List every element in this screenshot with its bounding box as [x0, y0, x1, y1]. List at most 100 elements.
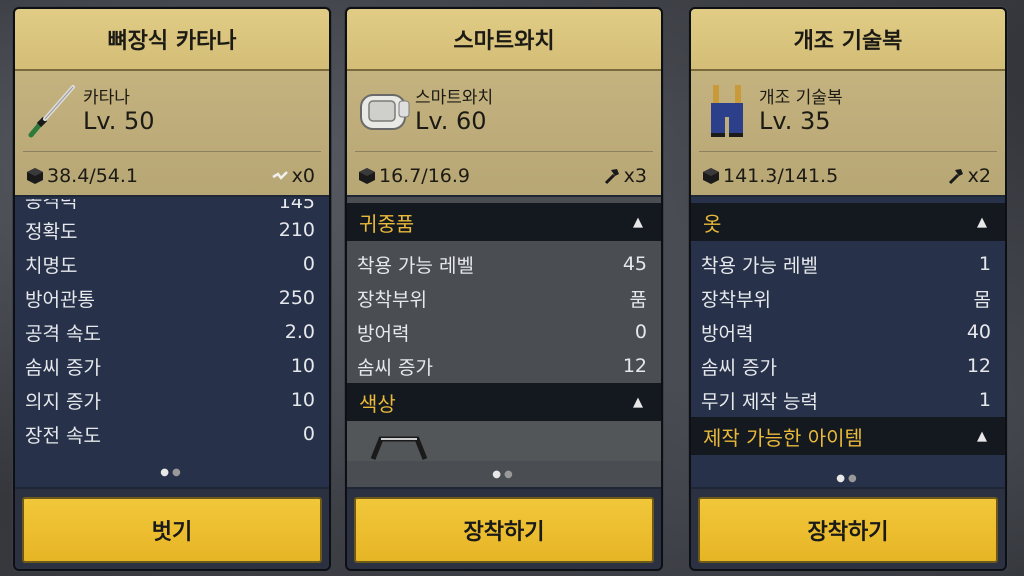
stat-row: 방어관통 250: [15, 281, 329, 315]
triangle-up-icon: ▲: [977, 428, 987, 444]
stat-row: 공격력 145: [15, 199, 329, 213]
stat-value: 12: [966, 355, 991, 377]
stat-label: 착용 가능 레벨: [357, 254, 474, 277]
stat-label: 방어력: [701, 322, 754, 345]
stat-row: 정확도 210: [15, 213, 329, 247]
item-info: 개조 기술복 Lv. 35 141.3/141.5 x2: [691, 71, 1005, 195]
item-title: 뼈장식 카타나: [15, 9, 329, 71]
hammer-icon: [604, 169, 619, 185]
stat-value: 10: [290, 355, 315, 377]
stats-list[interactable]: 옷 ▲ 착용 가능 레벨 1 장착부위 몸 방어력 40 솜씨 증가 12 무기…: [691, 197, 1005, 487]
stat-row: 무기 제작 능력 1: [691, 383, 1005, 417]
smartwatch-icon: [360, 94, 410, 130]
item-level: Lv. 50: [83, 107, 155, 135]
stat-row: 방어력 0: [347, 315, 661, 349]
stat-label: 공격 속도: [25, 322, 101, 345]
item-title: 개조 기술복: [691, 9, 1005, 71]
item-category: 카타나: [83, 88, 130, 108]
stat-value: 10: [290, 389, 315, 411]
section-title: 옷: [703, 211, 722, 236]
repair-count: x2: [946, 165, 991, 187]
stat-label: 무기 제작 능력: [701, 390, 818, 413]
cube-icon: [703, 168, 719, 184]
durability-value: 16.7/16.9: [379, 165, 471, 187]
stat-value: 1: [978, 389, 991, 411]
durability-value: 141.3/141.5: [723, 165, 839, 187]
stats-list[interactable]: 귀중품 ▲ 착용 가능 레벨 45 장착부위 품 방어력 0 솜씨 증가 12 …: [347, 197, 661, 487]
stat-row: 솜씨 증가 10: [15, 349, 329, 383]
stat-row: 장착부위 품: [347, 281, 661, 315]
repair-value: x3: [623, 165, 647, 187]
stat-row: 착용 가능 레벨 1: [691, 247, 1005, 281]
stat-label: 착용 가능 레벨: [701, 254, 818, 277]
button-area: 장착하기: [347, 489, 661, 569]
stat-value: 210: [278, 219, 315, 241]
item-title: 스마트와치: [347, 9, 661, 71]
repair-count: x0: [270, 165, 315, 187]
color-swatch-area: [347, 421, 661, 461]
cube-icon: [27, 168, 43, 184]
stat-row: 공격 속도 2.0: [15, 315, 329, 349]
broken-hammer-icon: [272, 171, 288, 180]
section-title: 귀중품: [359, 211, 415, 236]
stat-label: 장착부위: [701, 288, 771, 311]
stat-row: 장착부위 몸: [691, 281, 1005, 315]
stat-label: 방어관통: [25, 288, 95, 311]
triangle-up-icon: ▲: [633, 394, 643, 410]
section-header-clothes[interactable]: 옷 ▲: [691, 203, 1005, 241]
item-panel-smartwatch: 스마트와치 스마트와치 Lv. 60 16.7/16.9 x3 귀중품 ▲ 착용…: [345, 7, 663, 571]
stat-value: 40: [966, 321, 991, 343]
divider: [355, 151, 653, 152]
stats-list[interactable]: 공격력 145 정확도 210 치명도 0 방어관통 250 공격 속도 2.0…: [15, 197, 329, 487]
durability-stat: 141.3/141.5: [701, 165, 838, 187]
triangle-up-icon: ▲: [633, 214, 643, 230]
color-swatch-icon: [370, 436, 428, 460]
section-header-craftable[interactable]: 제작 가능한 아이템 ▲: [691, 417, 1005, 455]
stat-row: 착용 가능 레벨 45: [347, 247, 661, 281]
hammer-icon: [948, 169, 963, 185]
section-title: 색상: [359, 391, 396, 416]
stat-value: 2.0: [284, 321, 315, 343]
item-info: 스마트와치 Lv. 60 16.7/16.9 x3: [347, 71, 661, 195]
cube-icon: [359, 168, 375, 184]
durability-stat: 38.4/54.1: [25, 165, 138, 187]
repair-value: x2: [967, 165, 991, 187]
katana-icon: [28, 85, 75, 138]
overalls-icon: [711, 85, 743, 137]
stat-value: 0: [634, 321, 647, 343]
stat-value: 250: [278, 287, 315, 309]
stat-label: 치명도: [25, 254, 78, 277]
divider: [699, 151, 997, 152]
item-category: 개조 기술복: [759, 88, 843, 108]
stat-label: 솜씨 증가: [25, 356, 101, 379]
stat-label: 공격력: [25, 199, 78, 212]
stat-row: 솜씨 증가 12: [691, 349, 1005, 383]
item-panel-overalls: 개조 기술복 개조 기술복 Lv. 35 141.3/141.5 x2 옷 ▲: [689, 7, 1007, 571]
stat-label: 장전 속도: [25, 424, 101, 447]
page-indicator: ●●: [160, 467, 184, 478]
stat-value: 45: [622, 253, 647, 275]
section-title: 제작 가능한 아이템: [703, 425, 863, 450]
repair-value: x0: [291, 165, 315, 187]
stat-value: 몸: [973, 288, 991, 311]
equip-button[interactable]: 장착하기: [698, 497, 998, 563]
stat-row: 의지 증가 10: [15, 383, 329, 417]
stat-label: 방어력: [357, 322, 410, 345]
stat-value: 1: [978, 253, 991, 275]
stat-row: 치명도 0: [15, 247, 329, 281]
stat-label: 솜씨 증가: [701, 356, 777, 379]
stat-value: 0: [302, 253, 315, 275]
unequip-button[interactable]: 벗기: [22, 497, 322, 563]
section-header-valuables[interactable]: 귀중품 ▲: [347, 203, 661, 241]
stat-value: 12: [622, 355, 647, 377]
button-area: 벗기: [15, 489, 329, 569]
equip-button[interactable]: 장착하기: [354, 497, 654, 563]
stat-value: 품: [629, 288, 647, 311]
stat-row: 방어력 40: [691, 315, 1005, 349]
page-indicator: ●●: [836, 473, 860, 484]
stat-row: 솜씨 증가 12: [347, 349, 661, 383]
stat-label: 의지 증가: [25, 390, 101, 413]
item-level: Lv. 35: [759, 107, 831, 135]
section-header-color[interactable]: 색상 ▲: [347, 383, 661, 421]
stat-value: 145: [278, 199, 315, 213]
